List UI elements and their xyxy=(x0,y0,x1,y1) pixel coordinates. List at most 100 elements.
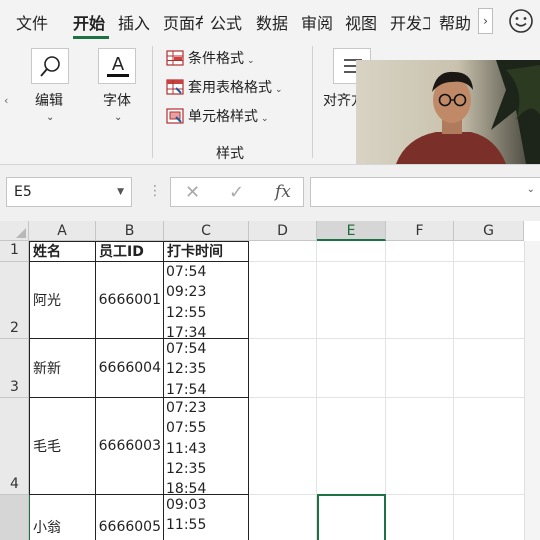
cell-b1[interactable]: 员工ID xyxy=(96,241,164,262)
cell-a5[interactable]: 小翁 xyxy=(29,495,96,540)
row-header-2[interactable]: 2 xyxy=(0,262,29,339)
punch-time: 07:54 xyxy=(166,264,207,280)
punch-time: 09:23 xyxy=(166,284,207,301)
styles-group-label: 样式 xyxy=(216,146,244,162)
ribbon-divider xyxy=(312,46,313,158)
search-icon xyxy=(40,56,60,77)
enter-check-icon[interactable]: ✓ xyxy=(229,182,244,203)
tab-page-layout[interactable]: 页面布 xyxy=(163,10,203,34)
name-box-value: E5 xyxy=(14,184,32,200)
cell-c3[interactable]: 07:54 12:35 17:54 xyxy=(164,339,249,398)
chevron-down-icon: ⌄ xyxy=(275,85,283,95)
format-as-table-label: 套用表格格式 xyxy=(188,80,272,96)
tab-formulas[interactable]: 公式 xyxy=(210,10,242,34)
cell-a4[interactable]: 毛毛 xyxy=(29,398,96,495)
cell-b4[interactable]: 6666003 xyxy=(96,398,164,495)
cell-a3[interactable]: 新新 xyxy=(29,339,96,398)
conditional-format-button[interactable]: 条件格式 ⌄ xyxy=(166,48,255,70)
active-cell-e5[interactable] xyxy=(317,494,386,540)
column-header-c[interactable]: C xyxy=(164,221,249,241)
cell-c5[interactable]: 09:03 11:55 xyxy=(164,495,249,540)
cell-a1[interactable]: 姓名 xyxy=(29,241,96,262)
column-header-g[interactable]: G xyxy=(454,221,524,241)
chevron-down-icon[interactable]: ▼ xyxy=(117,178,124,206)
cell-styles-label: 单元格样式 xyxy=(188,109,258,125)
punch-time: 07:23 xyxy=(166,400,207,416)
active-tab-indicator xyxy=(73,36,109,39)
row-header-5[interactable] xyxy=(0,495,29,540)
tab-file[interactable]: 文件 xyxy=(16,10,48,34)
column-header-d[interactable]: D xyxy=(249,221,317,241)
editing-group-label[interactable]: 编辑 xyxy=(35,90,63,110)
tab-data[interactable]: 数据 xyxy=(256,10,288,34)
punch-time: 11:55 xyxy=(166,517,207,534)
punch-time: 07:54 xyxy=(166,341,207,357)
punch-time: 09:03 xyxy=(166,497,207,513)
presenter-video-image xyxy=(356,60,540,164)
formula-bar: E5 ▼ ⋮ ✕ ✓ fx ⌄ xyxy=(0,164,540,221)
ribbon-divider xyxy=(152,46,153,158)
select-all-button[interactable] xyxy=(0,221,29,241)
name-box[interactable]: E5 ▼ xyxy=(6,177,132,207)
cell-b3[interactable]: 6666004 xyxy=(96,339,164,398)
svg-text:A: A xyxy=(112,54,125,75)
alignment-group-label[interactable]: 对齐方 xyxy=(323,90,357,110)
font-color-button[interactable]: A xyxy=(98,48,136,84)
font-group-label[interactable]: 字体 xyxy=(103,90,131,110)
chevron-down-icon: ⌄ xyxy=(114,112,123,123)
tab-view[interactable]: 视图 xyxy=(345,10,377,34)
find-button[interactable] xyxy=(31,48,69,84)
conditional-format-icon xyxy=(166,50,184,66)
font-color-icon: A xyxy=(107,54,129,77)
tab-developer[interactable]: 开发工 xyxy=(390,10,430,34)
row-header-4[interactable]: 4 xyxy=(0,398,29,495)
formula-input[interactable]: ⌄ xyxy=(310,177,540,207)
expand-formula-bar-icon[interactable]: ⌄ xyxy=(527,184,535,195)
excel-window: 文件 开始 插入 页面布 公式 数据 审阅 视图 开发工 帮助 › ‹ 编辑 ⌄ xyxy=(0,0,540,540)
insert-function-button[interactable]: fx xyxy=(275,182,291,202)
row-header-3[interactable]: 3 xyxy=(0,339,29,398)
formula-bar-grip-icon[interactable]: ⋮ xyxy=(148,183,162,199)
cell-b2[interactable]: 6666001 xyxy=(96,262,164,339)
conditional-format-label: 条件格式 xyxy=(188,51,244,67)
worksheet-grid[interactable]: A B C D E F G 1 2 3 4 姓名 员工ID 打卡时间 阿光 66… xyxy=(0,221,540,540)
punch-time: 18:54 xyxy=(166,481,207,495)
column-header-e[interactable]: E xyxy=(317,221,386,241)
tab-scroll-right-button[interactable]: › xyxy=(478,8,493,34)
column-header-a[interactable]: A xyxy=(29,221,96,241)
tab-home[interactable]: 开始 xyxy=(73,10,105,34)
punch-time: 12:35 xyxy=(166,361,207,378)
cell-a2[interactable]: 阿光 xyxy=(29,262,96,339)
cancel-icon[interactable]: ✕ xyxy=(185,182,200,203)
cell-styles-button[interactable]: 单元格样式 ⌄ xyxy=(166,106,269,128)
chevron-down-icon: ⌄ xyxy=(261,114,269,124)
column-header-f[interactable]: F xyxy=(386,221,454,241)
vertical-scrollbar[interactable] xyxy=(524,241,540,540)
gridline xyxy=(249,397,524,398)
cell-b5[interactable]: 6666005 xyxy=(96,495,164,540)
tab-review[interactable]: 审阅 xyxy=(301,10,333,34)
tab-help[interactable]: 帮助 xyxy=(439,10,471,34)
cell-styles-icon xyxy=(166,108,184,124)
punch-time: 07:55 xyxy=(166,420,207,437)
column-header-b[interactable]: B xyxy=(96,221,164,241)
format-as-table-button[interactable]: 套用表格格式 ⌄ xyxy=(166,77,283,99)
row-header-1[interactable]: 1 xyxy=(0,241,29,262)
gridline xyxy=(249,338,524,339)
ribbon-scroll-left-icon[interactable]: ‹ xyxy=(4,94,8,107)
ribbon-tab-bar: 文件 开始 插入 页面布 公式 数据 审阅 视图 开发工 帮助 › xyxy=(0,0,540,42)
gridline xyxy=(249,494,524,495)
punch-time: 12:55 xyxy=(166,304,207,321)
webcam-overlay xyxy=(356,60,540,164)
punch-time: 17:34 xyxy=(166,324,207,339)
select-all-icon xyxy=(16,228,26,238)
cell-c4[interactable]: 07:23 07:55 11:43 12:35 18:54 xyxy=(164,398,249,495)
cell-c2[interactable]: 07:54 09:23 12:55 17:34 xyxy=(164,262,249,339)
punch-time: 11:43 xyxy=(166,440,207,457)
cell-c1[interactable]: 打卡时间 xyxy=(164,241,249,262)
format-as-table-icon xyxy=(166,79,184,95)
tab-insert[interactable]: 插入 xyxy=(118,10,150,34)
punch-time: 12:35 xyxy=(166,460,207,477)
chevron-down-icon: ⌄ xyxy=(247,56,255,66)
smiley-feedback-icon[interactable] xyxy=(508,8,534,34)
